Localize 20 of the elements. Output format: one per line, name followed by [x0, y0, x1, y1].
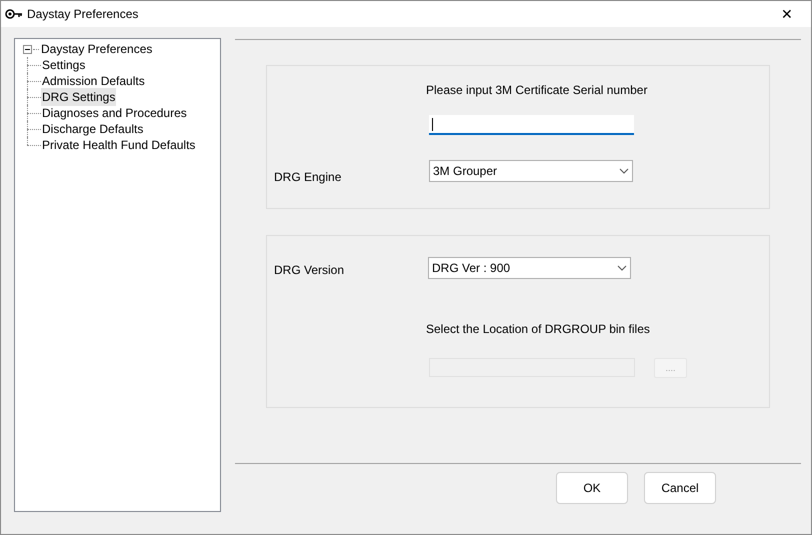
cancel-button[interactable]: Cancel	[644, 472, 716, 504]
serial-label: Please input 3M Certificate Serial number	[426, 82, 648, 99]
engine-dropdown[interactable]: 3M Grouper	[429, 160, 633, 182]
tree-item[interactable]: DRG Settings	[41, 88, 116, 106]
tree-item[interactable]: Settings	[41, 56, 86, 74]
window-title: Daystay Preferences	[27, 6, 138, 23]
collapse-icon[interactable]	[23, 44, 32, 54]
engine-label: DRG Engine	[274, 169, 342, 186]
close-button[interactable]: ✕	[767, 1, 807, 27]
version-dropdown[interactable]: DRG Ver : 900	[428, 257, 631, 279]
tree-item[interactable]: Private Health Fund Defaults	[41, 136, 196, 154]
tree-item[interactable]: Diagnoses and Procedures	[41, 104, 188, 122]
serial-field[interactable]	[429, 115, 634, 135]
version-label: DRG Version	[274, 262, 344, 279]
tree-item[interactable]: Daystay Preferences	[39, 40, 154, 58]
tree-item[interactable]: Admission Defaults	[41, 72, 146, 90]
tree-item[interactable]: Discharge Defaults	[41, 120, 144, 138]
ok-button[interactable]: OK	[556, 472, 628, 504]
location-label: Select the Location of DRGROUP bin files	[426, 321, 650, 338]
key-icon	[5, 8, 23, 20]
